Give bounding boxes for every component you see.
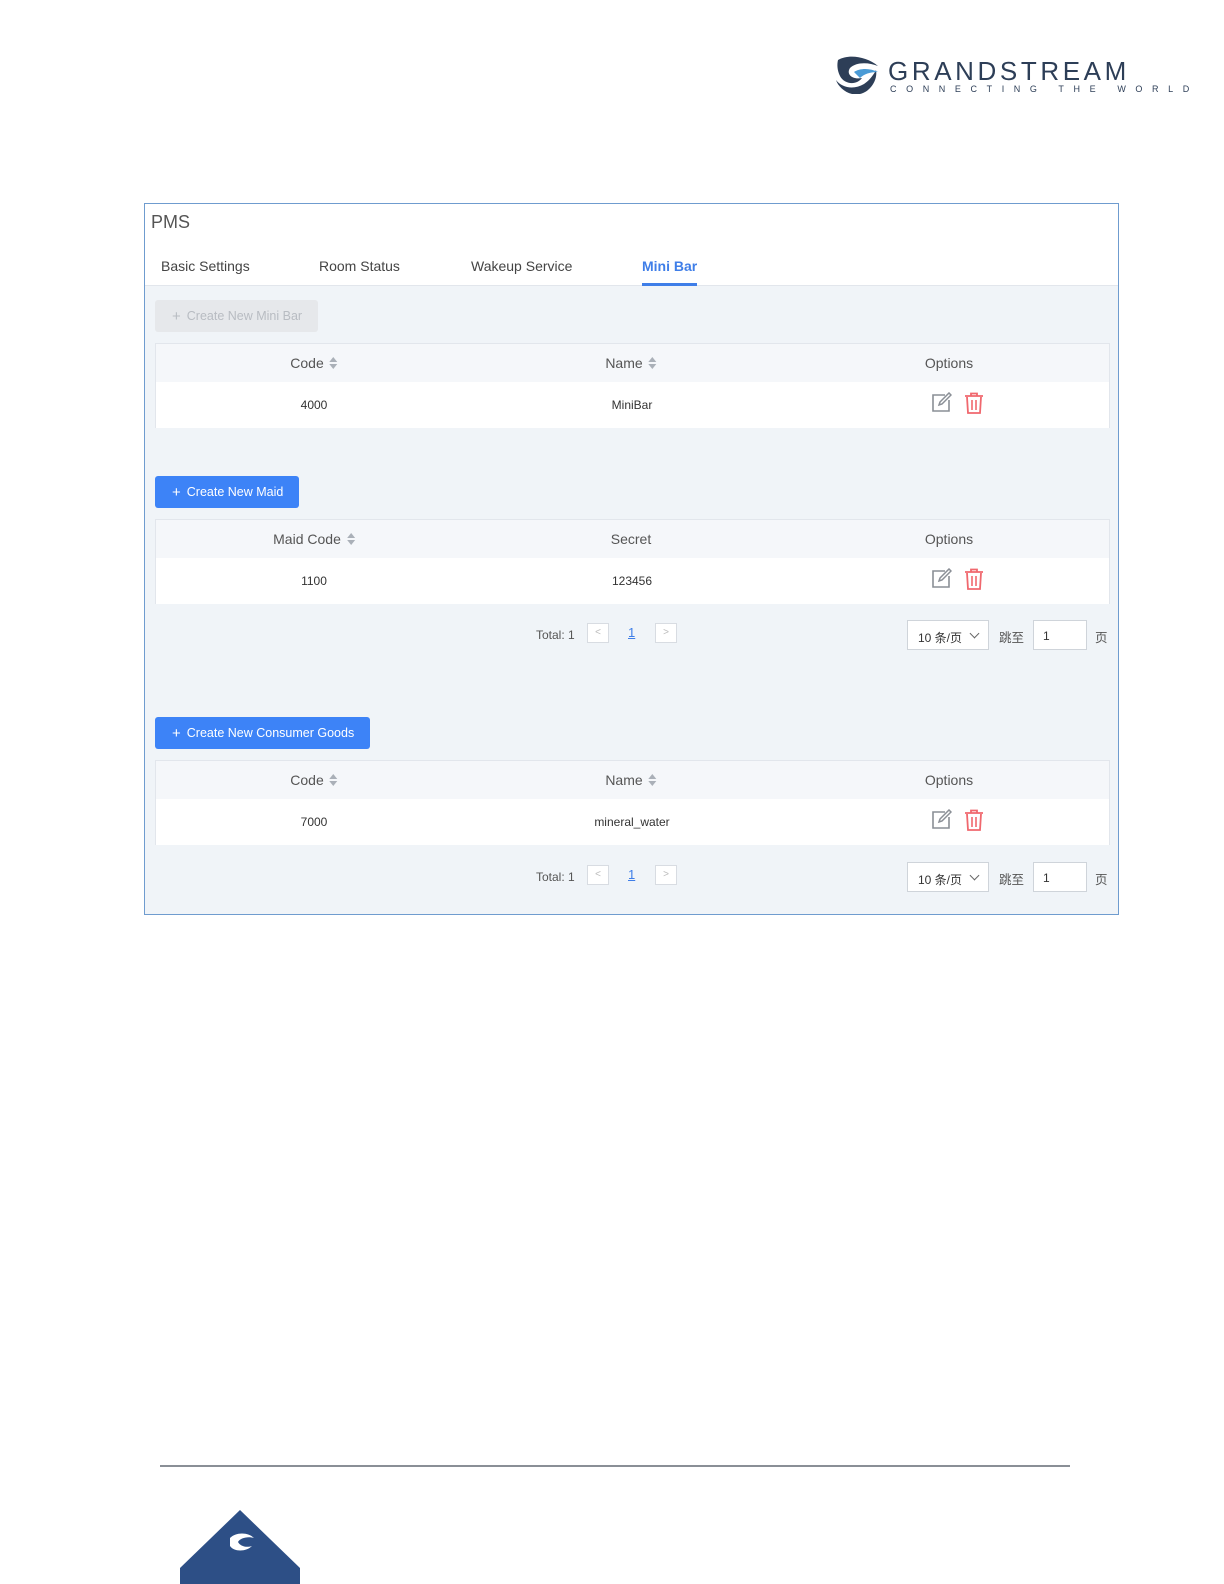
page-suffix-label: 页 [1095, 873, 1108, 887]
row-options [930, 568, 983, 592]
prev-page-button[interactable]: < [587, 865, 609, 885]
prev-page-button[interactable]: < [587, 623, 609, 643]
trash-icon[interactable] [964, 568, 984, 590]
column-header-name[interactable]: Name [605, 772, 657, 788]
create-mini-bar-button[interactable]: + Create New Mini Bar [155, 300, 319, 332]
pms-panel: PMS Basic Settings Room Status Wakeup Se… [144, 203, 1119, 915]
trash-icon[interactable] [964, 809, 984, 831]
sort-icon[interactable] [329, 774, 338, 787]
sort-icon[interactable] [648, 774, 657, 787]
tab-mini-bar[interactable]: Mini Bar [642, 258, 698, 286]
panel-header: PMS Basic Settings Room Status Wakeup Se… [145, 204, 1118, 286]
chevron-down-icon [969, 870, 980, 881]
row-options [930, 809, 983, 833]
sort-icon[interactable] [329, 357, 338, 370]
chevron-down-icon [969, 628, 980, 639]
brand-name: GRANDSTREAM [888, 56, 1130, 86]
table-header: Maid Code Secret Options [156, 520, 1109, 558]
create-maid-label: Create New Maid [186, 485, 284, 499]
plus-icon: + [172, 724, 181, 742]
footer-logo-icon [180, 1510, 300, 1584]
next-page-button[interactable]: > [655, 865, 677, 885]
page-number-1[interactable]: 1 [628, 625, 635, 640]
create-consumer-goods-button[interactable]: + Create New Consumer Goods [155, 717, 371, 749]
cell-secret: 123456 [611, 574, 653, 588]
brand-tagline: CONNECTING THE WORLD [890, 84, 1199, 94]
edit-icon[interactable] [930, 568, 952, 590]
plus-icon: + [172, 307, 181, 325]
page-size-select[interactable]: 10 条/页 [907, 862, 989, 892]
tab-room-status[interactable]: Room Status [319, 258, 400, 274]
plus-icon: + [172, 483, 181, 501]
sort-icon[interactable] [648, 357, 657, 370]
jump-page-input[interactable]: 1 [1033, 862, 1087, 892]
consumer-goods-table: Code Name Options 7000 mineral_water [155, 760, 1110, 845]
jump-page-input[interactable]: 1 [1033, 620, 1087, 650]
grandstream-logo: GRANDSTREAM CONNECTING THE WORLD [834, 54, 1189, 98]
pagination-total: Total: 1 [536, 870, 575, 884]
column-header-maid-code[interactable]: Maid Code [273, 531, 355, 547]
cell-code: 4000 [300, 398, 328, 412]
jump-to-label: 跳至 [999, 873, 1025, 887]
create-consumer-goods-label: Create New Consumer Goods [186, 726, 355, 740]
edit-icon[interactable] [930, 392, 952, 414]
next-page-button[interactable]: > [655, 623, 677, 643]
column-header-options: Options [924, 772, 974, 788]
trash-icon[interactable] [964, 392, 984, 414]
cell-maid-code: 1100 [301, 574, 327, 588]
jump-to-label: 跳至 [999, 631, 1025, 645]
cell-code: 7000 [300, 815, 328, 829]
pagination-total: Total: 1 [536, 628, 575, 642]
column-header-code[interactable]: Code [290, 355, 338, 371]
tab-bar: Basic Settings Room Status Wakeup Servic… [145, 258, 1118, 286]
consumer-goods-pagination: Total: 1 < 1 > 10 条/页 跳至 1 页 [145, 862, 1118, 894]
row-options [930, 392, 983, 416]
page-suffix-label: 页 [1095, 631, 1108, 645]
cell-name: MiniBar [611, 398, 653, 412]
table-header: Code Name Options [156, 344, 1109, 382]
page-number-1[interactable]: 1 [628, 867, 635, 882]
grandstream-logo-icon [836, 56, 878, 94]
panel-title: PMS [151, 212, 191, 232]
footer-divider [160, 1465, 1070, 1467]
sort-icon[interactable] [346, 533, 355, 546]
column-header-name[interactable]: Name [605, 355, 657, 371]
edit-icon[interactable] [930, 809, 952, 831]
column-header-options: Options [924, 355, 974, 371]
page-size-select[interactable]: 10 条/页 [907, 620, 989, 650]
column-header-code[interactable]: Code [290, 772, 338, 788]
create-mini-bar-label: Create New Mini Bar [186, 309, 303, 323]
table-row: 7000 mineral_water [156, 799, 1109, 845]
create-maid-button[interactable]: + Create New Maid [155, 476, 300, 508]
column-header-options: Options [924, 531, 974, 547]
table-row: 4000 MiniBar [156, 382, 1109, 428]
minibar-table: Code Name Options 4000 MiniBar [155, 343, 1110, 428]
maid-pagination: Total: 1 < 1 > 10 条/页 跳至 1 页 [145, 620, 1118, 652]
column-header-secret: Secret [610, 531, 652, 547]
cell-name: mineral_water [594, 815, 670, 829]
tab-basic-settings[interactable]: Basic Settings [161, 258, 250, 274]
table-row: 1100 123456 [156, 558, 1109, 604]
tab-wakeup-service[interactable]: Wakeup Service [471, 258, 572, 274]
table-header: Code Name Options [156, 761, 1109, 799]
maid-table: Maid Code Secret Options 1100 123456 [155, 519, 1110, 604]
